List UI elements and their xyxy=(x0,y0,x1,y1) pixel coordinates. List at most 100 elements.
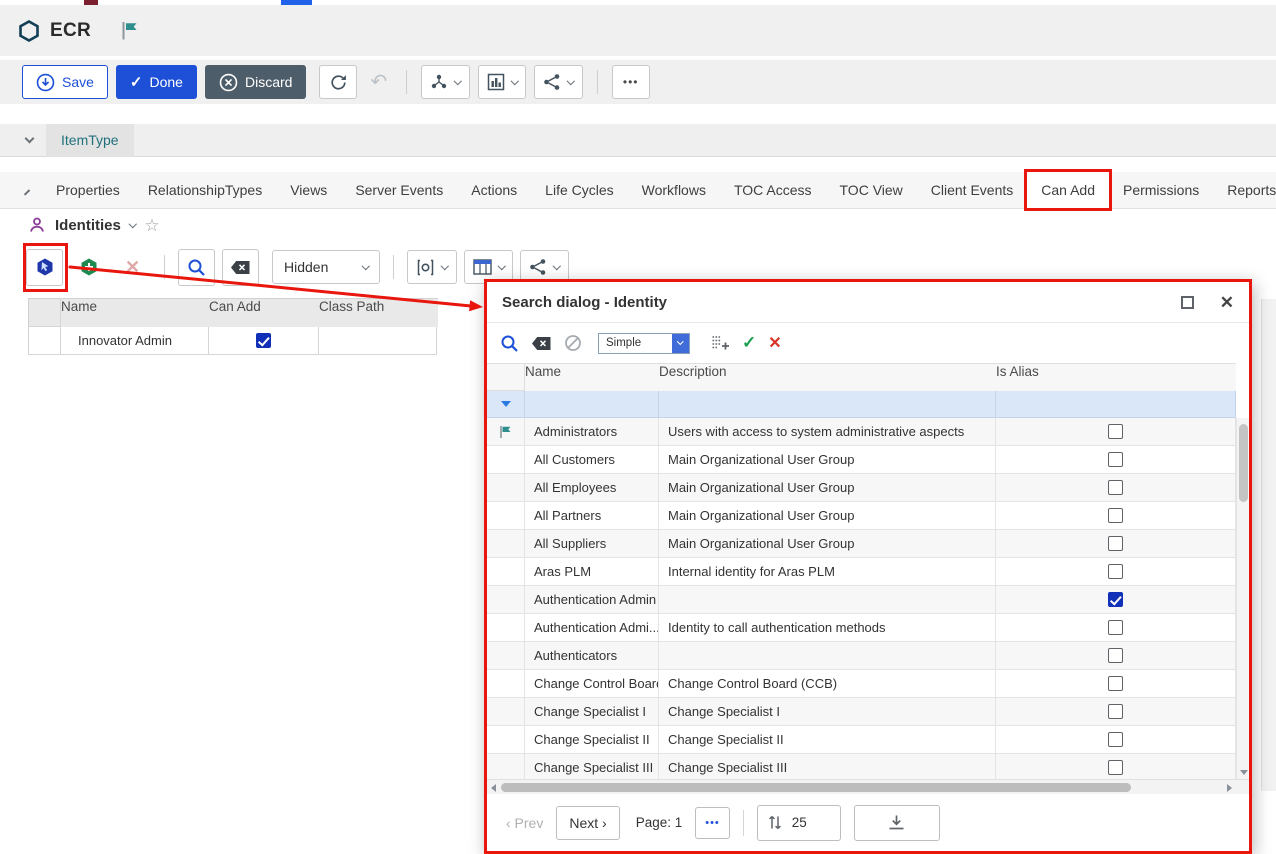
is-alias-checkbox[interactable] xyxy=(1108,648,1123,663)
class-path-cell[interactable] xyxy=(319,327,437,355)
name-cell[interactable]: Administrators xyxy=(525,418,659,446)
is-alias-checkbox[interactable] xyxy=(1108,592,1123,607)
dialog-grid-row[interactable]: All Suppliers Main Organizational User G… xyxy=(487,530,1236,558)
name-cell[interactable]: All Customers xyxy=(525,446,659,474)
dialog-grid-row[interactable]: Authenticators xyxy=(487,642,1236,670)
is-alias-checkbox[interactable] xyxy=(1108,732,1123,747)
description-cell[interactable]: Change Specialist III xyxy=(659,754,996,779)
favorite-star-icon[interactable]: ☆ xyxy=(144,217,159,234)
name-cell[interactable]: Change Control Board xyxy=(525,670,659,698)
is-alias-checkbox[interactable] xyxy=(1108,704,1123,719)
scroll-left-arrow-icon[interactable] xyxy=(491,784,496,792)
tab[interactable]: Views xyxy=(276,172,341,208)
row-selector-cell[interactable] xyxy=(487,558,525,586)
name-cell[interactable]: Aras PLM xyxy=(525,558,659,586)
name-cell[interactable]: Innovator Admin xyxy=(61,327,209,355)
reports-dropdown-button[interactable] xyxy=(478,65,527,99)
clear-search-button[interactable] xyxy=(222,249,259,286)
is-alias-checkbox[interactable] xyxy=(1108,452,1123,467)
dialog-grid-row[interactable]: Change Specialist II Change Specialist I… xyxy=(487,726,1236,754)
tab[interactable]: Server Events xyxy=(341,172,457,208)
row-selector-cell[interactable] xyxy=(487,502,525,530)
tab[interactable]: Permissions xyxy=(1109,172,1213,208)
tab[interactable]: Reports xyxy=(1213,172,1276,208)
cancel-x-icon[interactable]: ✕ xyxy=(768,333,781,353)
dialog-grid-row[interactable]: Aras PLM Internal identity for Aras PLM xyxy=(487,558,1236,586)
dialog-grid-row[interactable]: Authentication Admi... Identity to call … xyxy=(487,614,1236,642)
filter-description-cell[interactable] xyxy=(659,391,996,418)
tab[interactable]: RelationshipTypes xyxy=(134,172,276,208)
close-icon[interactable]: ✕ xyxy=(1220,294,1234,311)
pick-related-item-button[interactable] xyxy=(26,249,63,286)
search-icon[interactable] xyxy=(500,334,519,353)
row-selector-cell[interactable] xyxy=(487,474,525,502)
tab[interactable]: Actions xyxy=(457,172,531,208)
row-selector-cell[interactable] xyxy=(487,698,525,726)
description-cell[interactable]: Users with access to system administrati… xyxy=(659,418,996,446)
dialog-grid-row[interactable]: Change Specialist I Change Specialist I xyxy=(487,698,1236,726)
is-alias-checkbox[interactable] xyxy=(1108,676,1123,691)
name-cell[interactable]: All Suppliers xyxy=(525,530,659,558)
dialog-grid-row[interactable]: Authentication Admin xyxy=(487,586,1236,614)
horizontal-scrollbar[interactable] xyxy=(487,779,1249,794)
description-cell[interactable]: Main Organizational User Group xyxy=(659,474,996,502)
filter-name-cell[interactable] xyxy=(525,391,659,418)
name-cell[interactable]: All Partners xyxy=(525,502,659,530)
filter-selector-cell[interactable] xyxy=(487,391,525,418)
description-cell[interactable]: Main Organizational User Group xyxy=(659,530,996,558)
row-selector-cell[interactable] xyxy=(487,446,525,474)
search-mode-select[interactable]: Simple xyxy=(598,333,690,354)
tab[interactable]: Life Cycles xyxy=(531,172,627,208)
description-cell[interactable]: Change Control Board (CCB) xyxy=(659,670,996,698)
dialog-grid-row[interactable]: Administrators Users with access to syst… xyxy=(487,418,1236,446)
select-caret-button[interactable] xyxy=(672,334,689,353)
confirm-check-icon[interactable]: ✓ xyxy=(742,333,756,353)
description-cell[interactable]: Change Specialist II xyxy=(659,726,996,754)
itemtype-tab[interactable]: ItemType xyxy=(46,124,134,157)
next-page-button[interactable]: Next › xyxy=(556,806,619,840)
row-selector-cell[interactable] xyxy=(487,726,525,754)
name-cell[interactable]: Change Specialist I xyxy=(525,698,659,726)
name-cell[interactable]: Authentication Admin xyxy=(525,586,659,614)
row-selector-cell[interactable] xyxy=(487,586,525,614)
download-button[interactable] xyxy=(854,805,940,841)
description-cell[interactable]: Identity to call authentication methods xyxy=(659,614,996,642)
hidden-filter-select[interactable]: Hidden xyxy=(272,250,380,284)
row-selector-cell[interactable] xyxy=(487,642,525,670)
backspace-icon[interactable] xyxy=(531,336,552,351)
main-grid-scrollbar[interactable] xyxy=(1261,299,1276,791)
is-alias-checkbox[interactable] xyxy=(1108,508,1123,523)
name-cell[interactable]: Change Specialist II xyxy=(525,726,659,754)
tab[interactable]: Client Events xyxy=(917,172,1027,208)
refresh-button[interactable] xyxy=(319,65,357,99)
is-alias-checkbox[interactable] xyxy=(1108,620,1123,635)
tab[interactable]: Workflows xyxy=(628,172,720,208)
name-cell[interactable]: Authentication Admi... xyxy=(525,614,659,642)
row-selector-cell[interactable] xyxy=(487,614,525,642)
vertical-scrollbar[interactable] xyxy=(1236,418,1249,779)
multi-select-list-icon[interactable] xyxy=(710,334,730,352)
description-cell[interactable] xyxy=(659,586,996,614)
row-selector-cell[interactable] xyxy=(487,530,525,558)
dialog-grid-row[interactable]: All Customers Main Organizational User G… xyxy=(487,446,1236,474)
structure-dropdown-button[interactable] xyxy=(421,65,470,99)
collapse-tabs-icon[interactable] xyxy=(24,189,30,195)
page-size-control[interactable]: 25 xyxy=(757,805,841,841)
description-cell[interactable]: Main Organizational User Group xyxy=(659,502,996,530)
discard-button[interactable]: Discard xyxy=(205,65,306,99)
name-cell[interactable]: Change Specialist III xyxy=(525,754,659,779)
is-alias-checkbox[interactable] xyxy=(1108,480,1123,495)
share-dropdown-button[interactable] xyxy=(534,65,583,99)
row-selector-cell[interactable] xyxy=(487,418,525,446)
description-cell[interactable]: Main Organizational User Group xyxy=(659,446,996,474)
row-selector-cell[interactable] xyxy=(29,327,61,355)
tab[interactable]: TOC Access xyxy=(720,172,826,208)
dialog-grid-row[interactable]: Change Control Board Change Control Boar… xyxy=(487,670,1236,698)
name-cell[interactable]: All Employees xyxy=(525,474,659,502)
dialog-grid-row[interactable]: All Partners Main Organizational User Gr… xyxy=(487,502,1236,530)
scrollbar-thumb[interactable] xyxy=(501,783,1131,792)
description-cell[interactable]: Internal identity for Aras PLM xyxy=(659,558,996,586)
done-button[interactable]: ✓ Done xyxy=(116,65,197,99)
is-alias-checkbox[interactable] xyxy=(1108,536,1123,551)
add-new-item-button[interactable] xyxy=(70,249,107,286)
